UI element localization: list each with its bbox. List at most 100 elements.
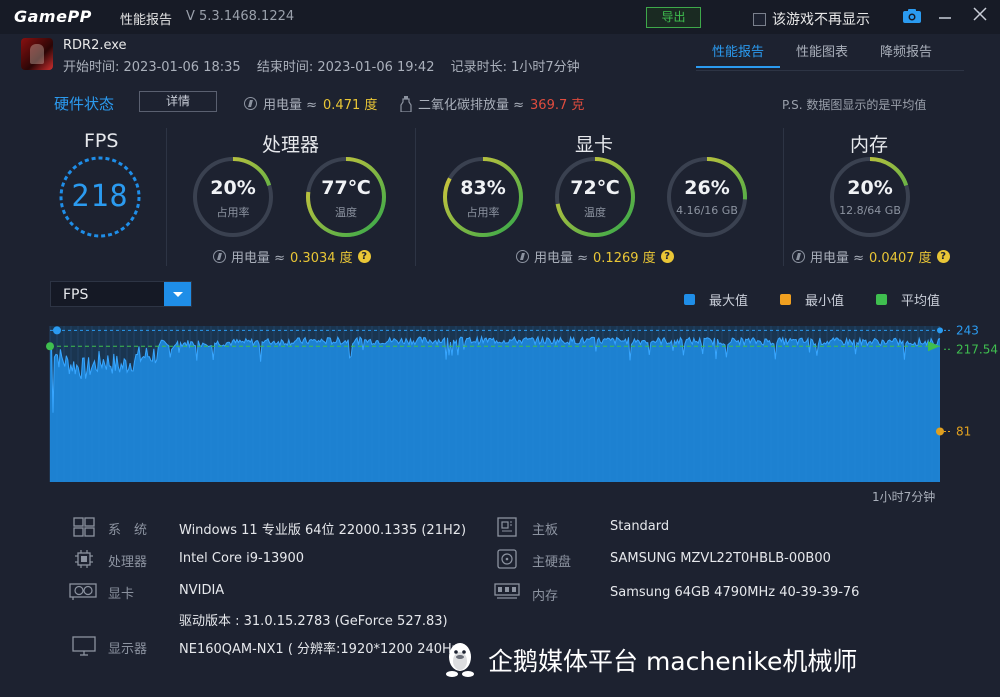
- help-icon[interactable]: ?: [660, 250, 674, 263]
- gpu-label: 显卡: [108, 587, 135, 602]
- max-point: [53, 326, 61, 335]
- co2-emission: 二氧化碳排放量 ≈ 369.7 克: [400, 94, 584, 113]
- chart-metric-select[interactable]: FPS: [50, 281, 192, 307]
- separator: [166, 128, 167, 266]
- no-display-label: 该游戏不再显示: [772, 12, 870, 28]
- gpu-power: 用电量 ≈ 0.1269 度 ?: [516, 247, 674, 266]
- gpu-title: 显卡: [575, 134, 614, 156]
- chart-metric-value: FPS: [63, 287, 89, 303]
- chart-note: P.S. 数据图显示的是平均值: [782, 98, 927, 112]
- gamepp-logo: GamePP: [14, 7, 92, 26]
- detail-button[interactable]: 详情: [139, 91, 217, 112]
- chart-duration-label: 1小时7分钟: [872, 490, 936, 504]
- cpu-temp-value: 77℃: [321, 177, 371, 199]
- cpu-usage-value: 20%: [210, 177, 256, 199]
- gpu-card-icon: [69, 583, 97, 600]
- legend-max-label: 最大值: [709, 294, 749, 309]
- cpu-power-label: 用电量 ≈: [231, 251, 286, 266]
- legend-avg-label: 平均值: [901, 294, 941, 309]
- export-button[interactable]: 导出: [646, 7, 701, 28]
- gpu-temp-value: 72℃: [570, 177, 620, 199]
- max-label: 243: [956, 323, 979, 337]
- disk-value: SAMSUNG MZVL22T0HBLB-00B00: [610, 551, 831, 566]
- tab-throttle-report[interactable]: 降频报告: [864, 42, 948, 68]
- min-label: 81: [956, 424, 971, 438]
- disk-label: 主硬盘: [532, 555, 572, 570]
- cpu-title: 处理器: [262, 134, 320, 156]
- os-value: Windows 11 专业版 64位 22000.1335 (21H2): [179, 523, 467, 538]
- memory-label: 内存: [532, 589, 559, 604]
- cpu-temp-label: 温度: [335, 206, 357, 219]
- gpu-usage-label: 占用率: [466, 206, 500, 219]
- gpu-vram-label: 4.16/16 GB: [676, 204, 738, 217]
- no-display-toggle[interactable]: 该游戏不再显示: [753, 9, 870, 29]
- legend-avg-swatch: [876, 294, 887, 305]
- windows-icon: [73, 517, 95, 537]
- minimize-icon[interactable]: [938, 8, 952, 27]
- session-meta: 开始时间: 2023-01-06 18:35 结束时间: 2023-01-06 …: [63, 56, 592, 75]
- gpu-power-label: 用电量 ≈: [534, 251, 589, 266]
- separator: [783, 128, 784, 266]
- gpu-temp-gauge: 72℃ 温度: [553, 155, 637, 239]
- cpu-label: 处理器: [108, 555, 148, 570]
- total-power-value: 0.471 度: [323, 98, 378, 113]
- cpu-power-value: 0.3034 度: [290, 251, 353, 266]
- tab-divider: [696, 70, 964, 71]
- memory-usage-label: 12.8/64 GB: [839, 204, 901, 217]
- avg-label: 217.54: [956, 342, 998, 356]
- version-text: V 5.3.1468.1224: [186, 9, 295, 24]
- legend-avg: 平均值: [876, 290, 940, 309]
- game-header: RDR2.exe 开始时间: 2023-01-06 18:35 结束时间: 20…: [0, 34, 1000, 78]
- memory-icon: [494, 583, 520, 599]
- memory-power-label: 用电量 ≈: [810, 251, 865, 266]
- gpu-temp-label: 温度: [584, 206, 606, 219]
- camera-icon[interactable]: [902, 8, 922, 28]
- motherboard-label: 主板: [532, 523, 559, 538]
- tab-performance-chart[interactable]: 性能图表: [780, 42, 864, 68]
- legend-min-label: 最小值: [805, 294, 845, 309]
- co2-value: 369.7 克: [530, 98, 585, 113]
- legend-min: 最小值: [780, 290, 844, 309]
- close-icon[interactable]: [972, 6, 988, 27]
- fps-chart[interactable]: 243 217.54 81: [40, 316, 1000, 486]
- watermark-text: 企鹅媒体平台 machenike机械师: [488, 647, 858, 676]
- os-label: 系 统: [108, 523, 148, 538]
- monitor-icon: [72, 636, 96, 656]
- gpu-usage-gauge: 83% 占用率: [441, 155, 525, 239]
- memory-power-value: 0.0407 度: [869, 251, 932, 266]
- no-display-checkbox[interactable]: [753, 12, 766, 26]
- cpu-usage-gauge: 20% 占用率: [191, 155, 275, 239]
- game-name: RDR2.exe: [63, 38, 127, 53]
- cpu-temp-gauge: 77℃ 温度: [304, 155, 388, 239]
- total-power: 用电量 ≈ 0.471 度: [244, 94, 377, 113]
- fps-title: FPS: [84, 130, 119, 152]
- cpu-usage-label: 占用率: [216, 206, 250, 219]
- tab-performance-report[interactable]: 性能报告: [696, 42, 780, 68]
- legend-max: 最大值: [684, 290, 748, 309]
- chevron-down-icon[interactable]: [164, 282, 191, 306]
- total-power-label: 用电量 ≈: [263, 98, 318, 113]
- power-icon: [516, 250, 529, 263]
- legend-min-swatch: [780, 294, 791, 305]
- cpu-chip-icon: [75, 550, 93, 568]
- memory-title: 内存: [850, 134, 889, 156]
- gpu-vram-value: 26%: [684, 177, 730, 199]
- game-icon: [21, 38, 53, 70]
- record-duration: 记录时长: 1小时7分钟: [450, 60, 580, 75]
- legend-max-swatch: [684, 294, 695, 305]
- help-icon[interactable]: ?: [357, 250, 371, 263]
- fps-value: 218: [71, 179, 129, 214]
- memory-value: Samsung 64GB 4790MHz 40-39-39-76: [610, 585, 860, 600]
- title-bar: GamePP 性能报告 V 5.3.1468.1224 导出 该游戏不再显示: [0, 0, 1000, 34]
- window-title: 性能报告: [120, 13, 173, 28]
- display-value: NE160QAM-NX1 ( 分辨率:1920*1200 240Hz): [179, 642, 464, 657]
- fps-area: [50, 336, 940, 482]
- gpu-power-value: 0.1269 度: [593, 251, 656, 266]
- motherboard-icon: [497, 517, 517, 537]
- driver-version: 驱动版本 : 31.0.15.2783 (GeForce 527.83): [179, 614, 448, 629]
- power-icon: [244, 97, 257, 110]
- start-time: 开始时间: 2023-01-06 18:35: [63, 60, 241, 75]
- memory-power: 用电量 ≈ 0.0407 度 ?: [792, 247, 950, 266]
- help-icon[interactable]: ?: [936, 250, 950, 263]
- gpu-usage-value: 83%: [460, 177, 506, 199]
